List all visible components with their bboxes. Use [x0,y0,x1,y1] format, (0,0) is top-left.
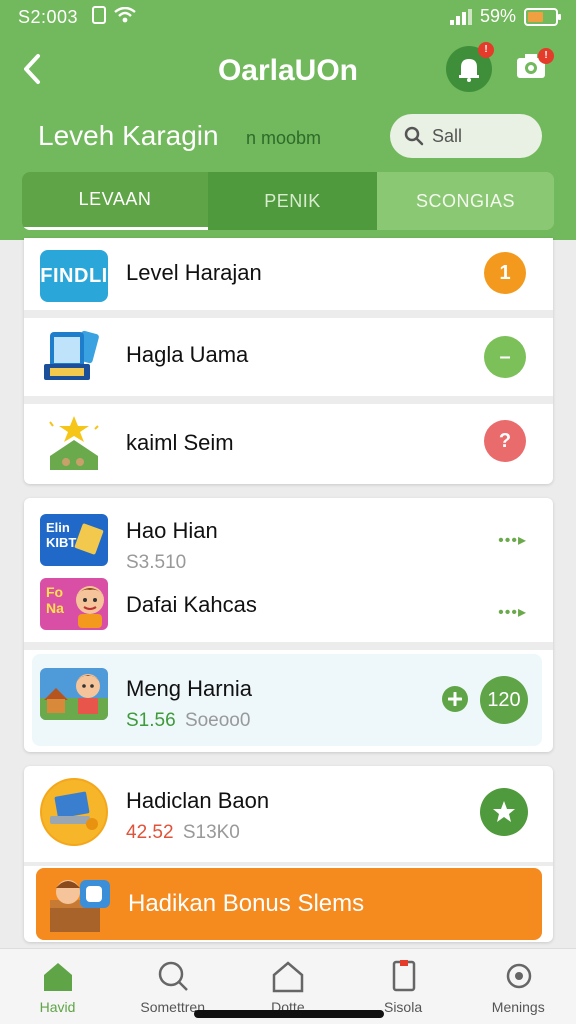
gear-icon [506,963,531,989]
nav-label: Havid [39,999,76,1015]
list-item-title: Dafai Kahcas [126,592,257,617]
sim-icon [92,6,106,24]
add-button[interactable] [442,686,468,712]
list-item-title: Hao Hian [126,518,218,543]
tab-levaan[interactable]: LEVAAN [22,172,208,230]
camera-badge: ! [538,48,554,64]
level-subtitle: n moobm [246,128,322,148]
tab-bar: LEVAAN PENIK SCONGIAS [22,172,554,230]
battery-percent: 59% [479,6,516,26]
row-divider [24,396,553,404]
bell-icon [459,59,479,82]
tab-penik[interactable]: PENIK [208,172,377,230]
status-bar: S2:003 59% [0,0,576,34]
list-item-title: Hagla Uama [126,342,249,367]
treasure-chest-icon [50,880,110,932]
findli-logo-text: FINDLI [40,264,108,287]
item-price-row: 42.52 S13K0 [126,822,240,844]
list-item[interactable]: kaiml Seim ? [24,404,553,484]
level-title: Leveh Karagin [38,120,219,151]
list-item-title: Hadiclan Baon [126,788,270,813]
findli-logo: FINDLI [40,250,108,302]
row-divider [24,642,553,650]
bonus-banner-button[interactable]: Hadikan Bonus Slems [36,868,542,940]
remove-button-label: – [499,345,511,368]
star-icon [493,801,515,822]
item-price-secondary: Soeoo0 [184,710,251,731]
row-divider [24,310,553,318]
status-time: S2:003 [18,7,79,27]
search-field[interactable]: Sall [390,114,542,158]
tablet-icon [40,330,108,382]
list-item-title: Level Harajan [126,260,262,285]
plus-icon [448,692,462,706]
item-price-secondary: S13K0 [182,822,240,843]
level-list-card: FINDLI Level Harajan 1 Hagla Uama – kaim… [24,238,553,484]
level-badge-value: 1 [499,261,511,284]
search-placeholder: Sall [432,125,463,146]
camera-button[interactable]: ! [514,48,554,86]
home-indicator[interactable] [194,1010,384,1018]
search-icon [158,961,189,991]
nav-item-settings[interactable]: Menings [461,949,576,1024]
search-icon [404,126,424,146]
status-left-icons [92,6,136,24]
list-item-title: Meng Harnia [126,676,252,701]
more-dots-icon[interactable]: •••▸ [498,530,527,550]
app-header: S2:003 59% OarlaUOn ! ! Leveh Karagin n … [0,0,576,240]
tablet-icon [392,960,415,992]
game-thumbnail [40,668,108,720]
list-item[interactable]: Hagla Uama – [24,318,553,396]
count-badge: 120 [480,676,528,724]
list-item-price: S3.510 [126,552,187,573]
list-item[interactable]: Hadiclan Baon 42.52 S13K0 [24,766,553,862]
battery-icon [524,7,561,26]
nav-label: Menings [491,999,545,1015]
level-badge[interactable]: 1 [484,252,526,294]
star-house-icon [40,412,108,470]
battery-level [528,11,543,22]
favorite-button[interactable] [480,788,528,836]
top-bar: OarlaUOn ! ! [0,40,576,100]
house-outline-icon [273,961,304,993]
row-divider [24,862,553,866]
list-item[interactable]: FINDLI Level Harajan 1 [24,238,553,310]
item-price: 42.52 [126,822,174,843]
elin-app-icon: Elin KIBT [40,514,108,566]
nav-item-home[interactable]: Havid [0,949,115,1024]
notification-button[interactable]: ! [446,42,494,92]
remove-button[interactable]: – [484,336,526,378]
item-price-row: S1.56 Soeoo0 [126,710,250,732]
tab-scongias[interactable]: SCONGIAS [377,172,554,230]
help-button-label: ? [498,429,512,452]
count-badge-value: 120 [487,688,521,711]
notification-badge: ! [478,42,494,58]
list-item[interactable]: Elin KIBT Hao Hian S3.510 •••▸ Fo Na Daf… [24,506,553,638]
item-price: S1.56 [126,710,176,731]
more-dots-icon[interactable]: •••▸ [498,602,527,622]
list-item-title: kaiml Seim [126,430,234,455]
home-icon [44,963,72,991]
wifi-icon [114,7,136,23]
status-right: 59% [449,6,561,27]
help-button[interactable]: ? [484,420,526,462]
list-item-highlighted[interactable]: Meng Harnia S1.56 Soeoo0 120 [32,654,542,746]
level-header: Leveh Karagin n moobm Sall [0,110,576,166]
bonus-banner-text: Hadikan Bonus Slems [128,890,365,917]
items-card: Elin KIBT Hao Hian S3.510 •••▸ Fo Na Daf… [24,498,553,752]
signal-icon [449,8,472,25]
fona-app-icon: Fo Na [40,578,108,630]
laptop-coin-icon [40,778,108,846]
